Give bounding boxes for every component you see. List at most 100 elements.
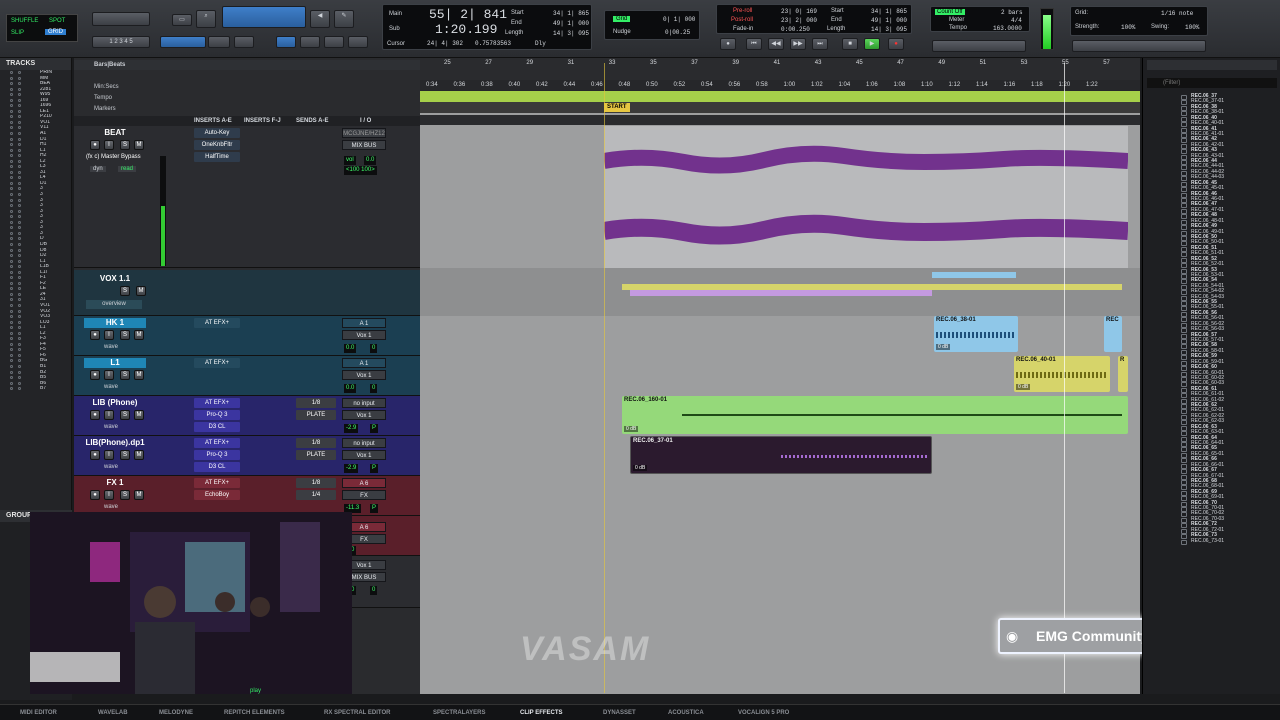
event-controls[interactable] bbox=[1072, 40, 1206, 52]
select-icon[interactable] bbox=[18, 348, 21, 352]
show-hide-icon[interactable] bbox=[10, 204, 13, 208]
show-hide-icon[interactable] bbox=[10, 209, 13, 213]
clip-l1-a[interactable]: REC.06_40-01 0 dB bbox=[1014, 356, 1110, 392]
select-icon[interactable] bbox=[18, 254, 21, 258]
select-icon[interactable] bbox=[18, 104, 21, 108]
pan-value[interactable]: P bbox=[370, 504, 379, 513]
return-to-zero-icon[interactable]: ⏮ bbox=[746, 38, 762, 50]
select-icon[interactable] bbox=[18, 187, 21, 191]
tempo-value[interactable]: 163.0000 bbox=[993, 25, 1022, 32]
record-arm-button[interactable]: ● bbox=[90, 450, 100, 460]
select-icon[interactable] bbox=[18, 337, 21, 341]
select-icon[interactable] bbox=[18, 231, 21, 235]
track-name[interactable]: LIB(Phone).dp1 bbox=[84, 438, 146, 448]
select-icon[interactable] bbox=[18, 292, 21, 296]
show-hide-icon[interactable] bbox=[10, 215, 13, 219]
send-slot-a[interactable]: 1/8 bbox=[296, 438, 336, 448]
bottom-tab[interactable]: DYNASSET bbox=[603, 708, 636, 718]
select-icon[interactable] bbox=[18, 242, 21, 246]
show-hide-icon[interactable] bbox=[10, 109, 13, 113]
solo-button[interactable]: S bbox=[120, 370, 130, 380]
show-hide-icon[interactable] bbox=[10, 364, 13, 368]
view-selector[interactable]: wave bbox=[104, 504, 118, 510]
insert-slot-a[interactable]: AT EFX+ bbox=[194, 358, 240, 368]
pan-value[interactable]: <100 100> bbox=[344, 166, 377, 175]
select-icon[interactable] bbox=[18, 170, 21, 174]
track-name[interactable]: HK 1 bbox=[84, 318, 146, 328]
preroll-value[interactable]: 23| 0| 169 bbox=[781, 8, 817, 15]
bottom-tab[interactable]: VOCALIGN 5 PRO bbox=[738, 708, 789, 718]
io-output[interactable]: Vox 1 bbox=[342, 370, 386, 380]
select-icon[interactable] bbox=[18, 376, 21, 380]
select-icon[interactable] bbox=[18, 93, 21, 97]
go-to-end-icon[interactable]: ⏭ bbox=[812, 38, 828, 50]
pan-value[interactable]: 0 bbox=[370, 384, 378, 393]
view-selector[interactable]: wave bbox=[104, 464, 118, 470]
show-hide-icon[interactable] bbox=[10, 370, 13, 374]
mute-button[interactable]: M bbox=[134, 370, 144, 380]
online-icon[interactable]: ● bbox=[720, 38, 736, 50]
show-hide-icon[interactable] bbox=[10, 265, 13, 269]
solo-button[interactable]: S bbox=[120, 490, 130, 500]
select-icon[interactable] bbox=[18, 353, 21, 357]
grid-mode[interactable]: GRID bbox=[45, 29, 66, 35]
volume-value[interactable]: 0.0 bbox=[344, 384, 357, 393]
midi-controls[interactable] bbox=[932, 40, 1026, 52]
show-hide-icon[interactable] bbox=[10, 115, 13, 119]
count-bars[interactable]: 2 bars bbox=[1001, 9, 1023, 16]
insert-slot-c[interactable]: D3 CL bbox=[194, 422, 240, 432]
sel-length-value[interactable]: 14| 3| 095 bbox=[553, 30, 589, 37]
grid2-value[interactable]: 1/16 note bbox=[1161, 10, 1193, 17]
zoomer-tool-icon[interactable]: ▭ bbox=[172, 14, 192, 26]
show-hide-icon[interactable] bbox=[10, 248, 13, 252]
select-icon[interactable] bbox=[18, 220, 21, 224]
input-button[interactable]: I bbox=[104, 330, 114, 340]
mute-button[interactable]: M bbox=[134, 490, 144, 500]
insert-slot-a[interactable]: AT EFX+ bbox=[194, 398, 240, 408]
show-hide-icon[interactable] bbox=[10, 104, 13, 108]
select-icon[interactable] bbox=[18, 181, 21, 185]
record-arm-button[interactable]: ● bbox=[90, 370, 100, 380]
select-icon[interactable] bbox=[18, 143, 21, 147]
overview-label[interactable]: overview bbox=[86, 300, 142, 309]
select-icon[interactable] bbox=[18, 381, 21, 385]
show-hide-icon[interactable] bbox=[10, 331, 13, 335]
select-icon[interactable] bbox=[18, 198, 21, 202]
fadein-value[interactable]: 0:00.250 bbox=[781, 26, 810, 33]
input-button[interactable]: I bbox=[104, 490, 114, 500]
track-name[interactable]: LIB (Phone) bbox=[84, 398, 146, 408]
show-hide-icon[interactable] bbox=[10, 326, 13, 330]
show-hide-icon[interactable] bbox=[10, 276, 13, 280]
nudge-value[interactable]: 0|00.25 bbox=[665, 29, 690, 36]
show-hide-icon[interactable] bbox=[10, 337, 13, 341]
record-icon[interactable]: ● bbox=[888, 38, 904, 50]
select-icon[interactable] bbox=[18, 76, 21, 80]
pan-value[interactable]: 0 bbox=[370, 344, 378, 353]
tr-end-value[interactable]: 49| 1| 000 bbox=[871, 17, 907, 24]
ruler-bars-label[interactable]: Bars|Beats bbox=[74, 60, 420, 70]
select-icon[interactable] bbox=[18, 276, 21, 280]
select-icon[interactable] bbox=[18, 115, 21, 119]
tr-length-value[interactable]: 14| 3| 095 bbox=[871, 26, 907, 33]
ruler-tempo-label[interactable]: Tempo bbox=[74, 93, 420, 103]
io-output[interactable]: Vox 1 bbox=[342, 330, 386, 340]
zoom-presets[interactable]: 1 2 3 4 5 bbox=[92, 36, 150, 48]
min-secs-ruler[interactable]: 0:34 0:36 0:38 0:40 0:42 0:44 0:46 0:48 0:50 0:52… bbox=[420, 80, 1140, 91]
mute-button[interactable]: M bbox=[134, 450, 144, 460]
select-icon[interactable] bbox=[18, 387, 21, 391]
track-name[interactable]: FX 1 bbox=[84, 478, 146, 488]
tool-selector[interactable] bbox=[222, 6, 306, 28]
speaker-icon[interactable]: ◀ bbox=[310, 10, 330, 28]
sel-end-value[interactable]: 49| 1| 000 bbox=[553, 20, 589, 27]
rewind-icon[interactable]: ◀◀ bbox=[768, 38, 784, 50]
send-slot-b[interactable]: PLATE bbox=[296, 450, 336, 460]
sel-start-value[interactable]: 34| 1| 865 bbox=[553, 10, 589, 17]
markers-ruler[interactable]: START bbox=[420, 102, 1140, 113]
clip-lib-phone[interactable]: REC.06_160-01 0 dB bbox=[622, 396, 1128, 434]
select-icon[interactable] bbox=[18, 326, 21, 330]
record-arm-button[interactable]: ● bbox=[90, 410, 100, 420]
select-icon[interactable] bbox=[18, 209, 21, 213]
zoom-buttons[interactable] bbox=[92, 12, 150, 26]
automation-dyn[interactable]: dyn bbox=[90, 166, 106, 172]
pan-value[interactable]: P bbox=[370, 424, 379, 433]
